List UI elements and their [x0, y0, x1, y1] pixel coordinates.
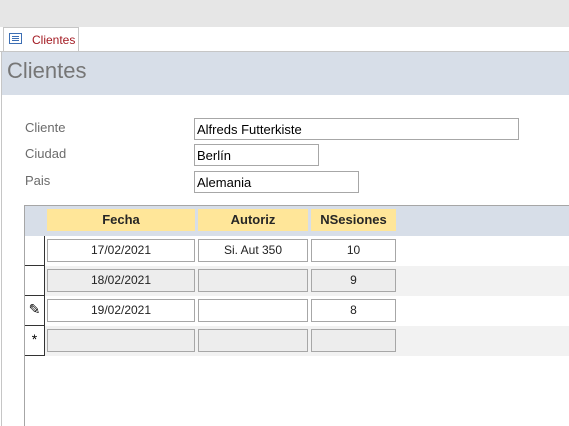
column-header-autoriz[interactable]: Autoriz [198, 209, 308, 231]
document-tab-strip: Clientes [0, 27, 569, 52]
autoriz-cell[interactable] [198, 299, 308, 322]
table-row: 17/02/2021 Si. Aut 350 10 [25, 236, 569, 266]
cliente-field[interactable]: Alfreds Futterkiste [194, 118, 519, 140]
column-header-nsesiones[interactable]: NSesiones [311, 209, 396, 231]
table-row: 18/02/2021 9 [25, 266, 569, 296]
record-selector[interactable] [25, 236, 45, 266]
fecha-cell[interactable]: 19/02/2021 [47, 299, 195, 322]
fecha-cell[interactable] [47, 329, 195, 352]
record-selector-edit-icon[interactable]: ✎ [25, 296, 45, 326]
fecha-cell[interactable]: 18/02/2021 [47, 269, 195, 292]
new-record-icon[interactable]: * [25, 326, 45, 356]
form-header: Clientes [2, 52, 569, 95]
sesiones-subform: Fecha Autoriz NSesiones 17/02/2021 Si. A… [24, 205, 569, 426]
form-icon [9, 33, 22, 44]
pais-label: Pais [25, 173, 51, 188]
nsesiones-cell[interactable]: 9 [311, 269, 396, 292]
subform-header: Fecha Autoriz NSesiones [25, 206, 569, 236]
record-selector[interactable] [25, 266, 45, 296]
tab-label: Clientes [32, 33, 76, 47]
nsesiones-cell[interactable]: 8 [311, 299, 396, 322]
ciudad-label: Ciudad [25, 146, 67, 161]
autoriz-cell[interactable]: Si. Aut 350 [198, 239, 308, 262]
column-header-fecha[interactable]: Fecha [47, 209, 195, 231]
tab-clientes[interactable]: Clientes [3, 27, 79, 51]
cliente-label: Cliente [25, 120, 66, 135]
pais-field[interactable]: Alemania [194, 171, 359, 193]
fecha-cell[interactable]: 17/02/2021 [47, 239, 195, 262]
nsesiones-cell[interactable]: 10 [311, 239, 396, 262]
table-row-new-record: * [25, 326, 569, 356]
table-row: ✎ 19/02/2021 8 [25, 296, 569, 326]
top-bar [0, 0, 569, 27]
page-title: Clientes [7, 58, 87, 83]
ciudad-field[interactable]: Berlín [194, 144, 319, 166]
autoriz-cell[interactable] [198, 329, 308, 352]
form-left-border [1, 51, 2, 426]
autoriz-cell[interactable] [198, 269, 308, 292]
nsesiones-cell[interactable] [311, 329, 396, 352]
